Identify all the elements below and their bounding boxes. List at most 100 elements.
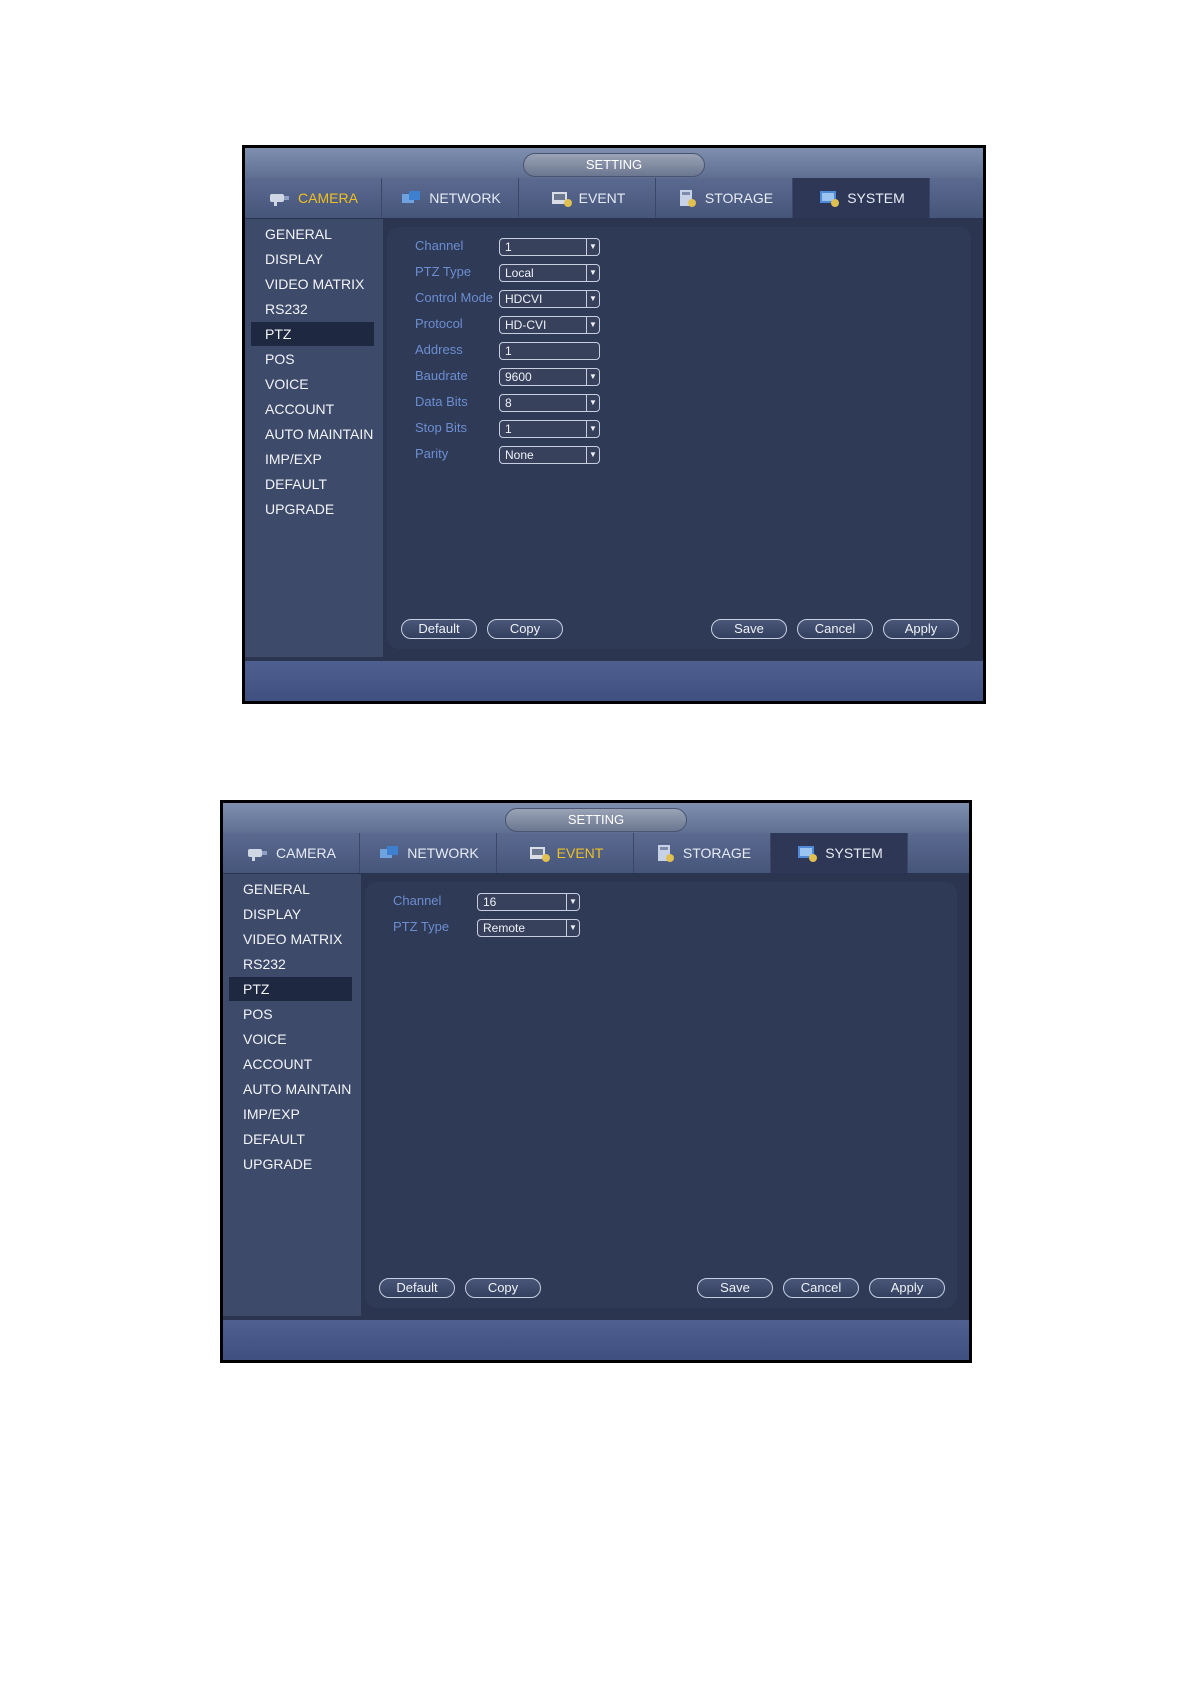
sidebar-item-rs232[interactable]: RS232 <box>251 297 374 321</box>
sidebar-item-auto-maintain[interactable]: AUTO MAINTAIN <box>251 422 374 446</box>
sidebar-item-account[interactable]: ACCOUNT <box>251 397 374 421</box>
camera-icon <box>270 194 290 206</box>
sidebar: GENERAL DISPLAY VIDEO MATRIX RS232 PTZ P… <box>223 874 361 1316</box>
apply-button[interactable]: Apply <box>869 1278 945 1298</box>
parity-label: Parity <box>415 446 449 461</box>
control-mode-label: Control Mode <box>415 290 494 305</box>
sidebar-item-imp-exp[interactable]: IMP/EXP <box>229 1102 352 1126</box>
event-icon <box>551 192 572 207</box>
sidebar-item-ptz[interactable]: PTZ <box>229 977 352 1001</box>
settings-window-remote: SETTING CAMERA NETWORK EVENT STORAGE SYS… <box>220 800 972 1363</box>
title-bar: SETTING <box>245 148 983 178</box>
tab-label: CAMERA <box>298 190 358 206</box>
sidebar-item-default[interactable]: DEFAULT <box>229 1127 352 1151</box>
tab-label: STORAGE <box>704 190 774 206</box>
parity-value: None <box>505 448 534 462</box>
baudrate-label: Baudrate <box>415 368 468 383</box>
tab-event[interactable]: EVENT <box>497 833 634 873</box>
ptz-type-value: Remote <box>483 921 526 935</box>
stop-bits-value: 1 <box>505 422 512 436</box>
sidebar-item-display[interactable]: DISPLAY <box>251 247 374 271</box>
sidebar-item-upgrade[interactable]: UPGRADE <box>251 497 374 521</box>
channel-value: 16 <box>483 895 497 909</box>
tab-network[interactable]: NETWORK <box>382 178 519 218</box>
tab-label: EVENT <box>578 190 626 206</box>
address-input[interactable]: 1 <box>499 342 600 360</box>
camera-icon <box>248 849 268 861</box>
copy-button[interactable]: Copy <box>487 619 563 639</box>
address-label: Address <box>415 342 463 357</box>
sidebar-item-default[interactable]: DEFAULT <box>251 472 374 496</box>
parity-select[interactable]: None ▼ <box>499 446 600 464</box>
tab-system[interactable]: SYSTEM <box>793 178 930 218</box>
tab-event[interactable]: EVENT <box>519 178 656 218</box>
ptz-type-label: PTZ Type <box>393 919 450 934</box>
stop-bits-select[interactable]: 1 ▼ <box>499 420 600 438</box>
default-button[interactable]: Default <box>379 1278 455 1298</box>
tab-system[interactable]: SYSTEM <box>771 833 908 873</box>
title-bar: SETTING <box>223 803 969 833</box>
cancel-button[interactable]: Cancel <box>797 619 873 639</box>
tab-label: STORAGE <box>682 845 752 861</box>
default-button[interactable]: Default <box>401 619 477 639</box>
sidebar-item-display[interactable]: DISPLAY <box>229 902 352 926</box>
main-tabs: CAMERA NETWORK EVENT STORAGE SYSTEM <box>223 833 969 874</box>
channel-label: Channel <box>393 893 442 908</box>
chevron-down-icon: ▼ <box>586 447 599 463</box>
tab-network[interactable]: NETWORK <box>360 833 497 873</box>
channel-select[interactable]: 16 ▼ <box>477 893 580 911</box>
sidebar-item-imp-exp[interactable]: IMP/EXP <box>251 447 374 471</box>
chevron-down-icon: ▼ <box>566 920 579 936</box>
status-bar <box>223 1320 969 1360</box>
apply-button[interactable]: Apply <box>883 619 959 639</box>
sidebar-item-voice[interactable]: VOICE <box>251 372 374 396</box>
sidebar-item-pos[interactable]: POS <box>251 347 374 371</box>
data-bits-select[interactable]: 8 ▼ <box>499 394 600 412</box>
data-bits-label: Data Bits <box>415 394 468 409</box>
sidebar-item-video-matrix[interactable]: VIDEO MATRIX <box>251 272 374 296</box>
tab-camera[interactable]: CAMERA <box>223 833 360 873</box>
protocol-select[interactable]: HD-CVI ▼ <box>499 316 600 334</box>
sidebar-item-general[interactable]: GENERAL <box>229 877 352 901</box>
tab-label: EVENT <box>556 845 604 861</box>
protocol-value: HD-CVI <box>505 318 547 332</box>
chevron-down-icon: ▼ <box>566 894 579 910</box>
copy-button[interactable]: Copy <box>465 1278 541 1298</box>
window-title: SETTING <box>505 808 687 832</box>
save-button[interactable]: Save <box>711 619 787 639</box>
network-icon <box>402 191 421 203</box>
address-value: 1 <box>505 344 512 358</box>
tab-camera[interactable]: CAMERA <box>245 178 382 218</box>
system-icon <box>820 191 840 207</box>
ptz-type-select[interactable]: Remote ▼ <box>477 919 580 937</box>
stop-bits-label: Stop Bits <box>415 420 468 435</box>
sidebar-item-upgrade[interactable]: UPGRADE <box>229 1152 352 1176</box>
storage-icon <box>657 845 674 862</box>
tab-label: NETWORK <box>429 190 501 206</box>
channel-select[interactable]: 1 ▼ <box>499 238 600 256</box>
sidebar-item-video-matrix[interactable]: VIDEO MATRIX <box>229 927 352 951</box>
cancel-button[interactable]: Cancel <box>783 1278 859 1298</box>
ptz-type-value: Local <box>505 266 534 280</box>
settings-window-local: SETTING CAMERA NETWORK EVENT STORAGE SYS… <box>242 145 986 704</box>
sidebar-item-voice[interactable]: VOICE <box>229 1027 352 1051</box>
sidebar-item-account[interactable]: ACCOUNT <box>229 1052 352 1076</box>
save-button[interactable]: Save <box>697 1278 773 1298</box>
sidebar-item-ptz[interactable]: PTZ <box>251 322 374 346</box>
tab-storage[interactable]: STORAGE <box>634 833 771 873</box>
chevron-down-icon: ▼ <box>586 421 599 437</box>
control-mode-select[interactable]: HDCVI ▼ <box>499 290 600 308</box>
sidebar-item-pos[interactable]: POS <box>229 1002 352 1026</box>
sidebar-item-auto-maintain[interactable]: AUTO MAINTAIN <box>229 1077 352 1101</box>
chevron-down-icon: ▼ <box>586 291 599 307</box>
baudrate-value: 9600 <box>505 370 532 384</box>
main-tabs: CAMERA NETWORK EVENT STORAGE SYSTEM <box>245 178 983 219</box>
event-icon <box>529 847 550 862</box>
status-bar <box>245 661 983 701</box>
sidebar-item-general[interactable]: GENERAL <box>251 222 374 246</box>
tab-storage[interactable]: STORAGE <box>656 178 793 218</box>
chevron-down-icon: ▼ <box>586 265 599 281</box>
baudrate-select[interactable]: 9600 ▼ <box>499 368 600 386</box>
sidebar-item-rs232[interactable]: RS232 <box>229 952 352 976</box>
ptz-type-select[interactable]: Local ▼ <box>499 264 600 282</box>
